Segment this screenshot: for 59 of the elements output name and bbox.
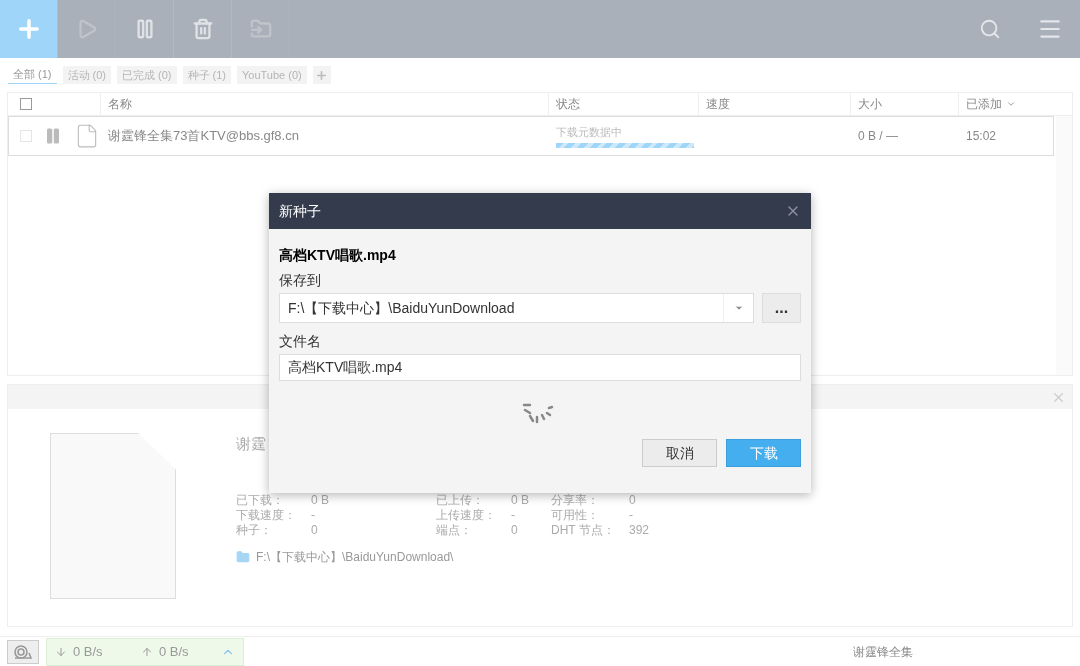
stat-label: 下载速度： (236, 508, 297, 523)
speed-panel[interactable]: 0 B/s 0 B/s (46, 637, 244, 666)
status-task-text: 谢霆锋全集 (853, 643, 913, 661)
cancel-button[interactable]: 取消 (642, 439, 717, 467)
size-text: 0 B / — (858, 129, 898, 144)
trash-icon (191, 18, 214, 40)
stat-label: 端点： (436, 523, 473, 538)
download-button[interactable]: 下载 (726, 439, 801, 467)
download-arrow-icon (55, 645, 67, 658)
sort-caret-icon (1006, 99, 1016, 109)
column-header[interactable]: 名称 (108, 95, 132, 113)
column-header[interactable]: 状态 (556, 95, 580, 113)
torrent-title: 高档KTV唱歌.mp4 (279, 246, 397, 265)
filter-tab[interactable]: 全部 (1) (8, 66, 57, 84)
details-title: 谢霆 (236, 434, 266, 454)
add-filter-button[interactable] (312, 66, 331, 84)
status-text: 下载元数据中 (556, 125, 623, 141)
stat-value: - (311, 508, 316, 523)
stat-label: 种子： (236, 523, 273, 538)
stat-label: 上传速度： (436, 508, 497, 523)
column-header[interactable]: 速度 (706, 95, 730, 113)
speed-limit-button[interactable] (7, 639, 39, 664)
file-name-label: 文件名 (279, 332, 322, 351)
stat-value: - (629, 508, 634, 523)
stat-value: 0 B (311, 493, 330, 508)
plus-icon (315, 68, 329, 82)
save-path-dropdown[interactable]: F:\【下载中心】\BaiduYunDownload (279, 293, 754, 323)
stat-value: 0 (629, 493, 637, 508)
folder-icon (236, 550, 250, 564)
stat-label: 分享率： (551, 493, 600, 508)
torrent-name: 谢霆锋全集73首KTV@bbs.gf8.cn (108, 128, 299, 144)
upload-speed: 0 B/s (159, 642, 190, 661)
added-time: 15:02 (966, 129, 997, 144)
column-header[interactable]: 已添加 (966, 95, 1016, 113)
download-speed: 0 B/s (73, 642, 104, 661)
save-to-label: 保存到 (279, 271, 322, 290)
column-header[interactable]: 大小 (858, 95, 882, 113)
select-all-checkbox[interactable] (20, 98, 32, 110)
row-checkbox[interactable] (20, 130, 32, 142)
search-icon (979, 18, 1001, 40)
stat-value: 392 (629, 523, 651, 538)
pause-icon[interactable] (44, 127, 62, 145)
stat-value: 0 B (511, 493, 530, 508)
stat-label: 可用性： (551, 508, 600, 523)
torrent-row[interactable]: 谢霆锋全集73首KTV@bbs.gf8.cn 下载元数据中 0 B / — 15:02 (8, 116, 1054, 156)
stat-label: 已下载： (236, 493, 285, 508)
browse-button[interactable]: ... (762, 293, 801, 323)
add-button[interactable] (0, 0, 58, 58)
save-path[interactable]: F:\【下载中心】\BaiduYunDownload\ (256, 548, 454, 566)
stat-value: - (511, 508, 516, 523)
upload-arrow-icon (141, 645, 153, 658)
stat-label: DHT 节点： (551, 523, 616, 538)
snail-icon (13, 643, 33, 660)
file-name-field[interactable]: 高档KTV唱歌.mp4 (279, 354, 801, 381)
stat-label: 已上传： (436, 493, 485, 508)
dropdown-caret-icon (733, 303, 744, 313)
dialog-title: 新种子 (279, 201, 321, 221)
stat-value: 0 (311, 523, 319, 538)
stat-value: 0 (511, 523, 519, 538)
